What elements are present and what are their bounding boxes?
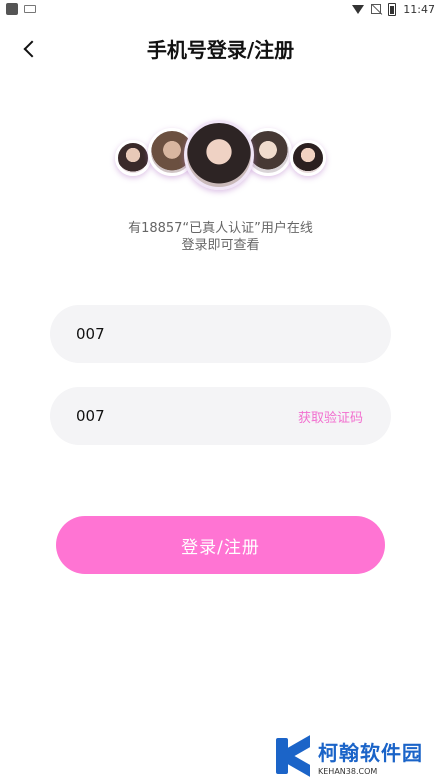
- wifi-icon: [352, 4, 365, 14]
- avatar: [290, 140, 326, 176]
- login-register-button[interactable]: 登录/注册: [56, 516, 385, 574]
- login-to-view-line: 登录即可查看: [181, 238, 260, 253]
- phone-input[interactable]: 007: [76, 325, 363, 343]
- keyboard-icon: [24, 5, 36, 13]
- no-signal-icon: [371, 4, 382, 14]
- status-left: [6, 3, 36, 15]
- header: 手机号登录/注册: [0, 28, 441, 68]
- avatar-main: [184, 120, 254, 190]
- avatar: [115, 140, 151, 176]
- watermark-logo-icon: [274, 735, 314, 777]
- watermark-url: KEHAN38.COM: [318, 766, 378, 776]
- battery-icon: [388, 2, 397, 16]
- avatar-row: [0, 120, 441, 195]
- get-code-button[interactable]: 获取验证码: [298, 407, 363, 426]
- online-users-text: 有18857“已真人认证”用户在线 登录即可查看: [0, 220, 441, 254]
- status-time: 11:47: [403, 2, 435, 16]
- login-screen: 11:47 手机号登录/注册 有18857“已真人认证”用户在线 登录即可查看 …: [0, 0, 441, 784]
- status-right: 11:47: [352, 2, 435, 16]
- watermark: 柯翰软件园 KEHAN38.COM: [274, 735, 423, 777]
- status-bar: 11:47: [0, 0, 441, 18]
- verification-code-field[interactable]: 007 获取验证码: [50, 387, 391, 445]
- watermark-text: 柯翰软件园 KEHAN38.COM: [318, 737, 423, 776]
- app-square-icon: [6, 3, 18, 15]
- phone-field[interactable]: 007: [50, 305, 391, 363]
- watermark-name: 柯翰软件园: [318, 740, 423, 765]
- code-input[interactable]: 007: [76, 407, 298, 425]
- online-users-line: 有18857“已真人认证”用户在线: [128, 221, 313, 236]
- page-title: 手机号登录/注册: [146, 38, 295, 62]
